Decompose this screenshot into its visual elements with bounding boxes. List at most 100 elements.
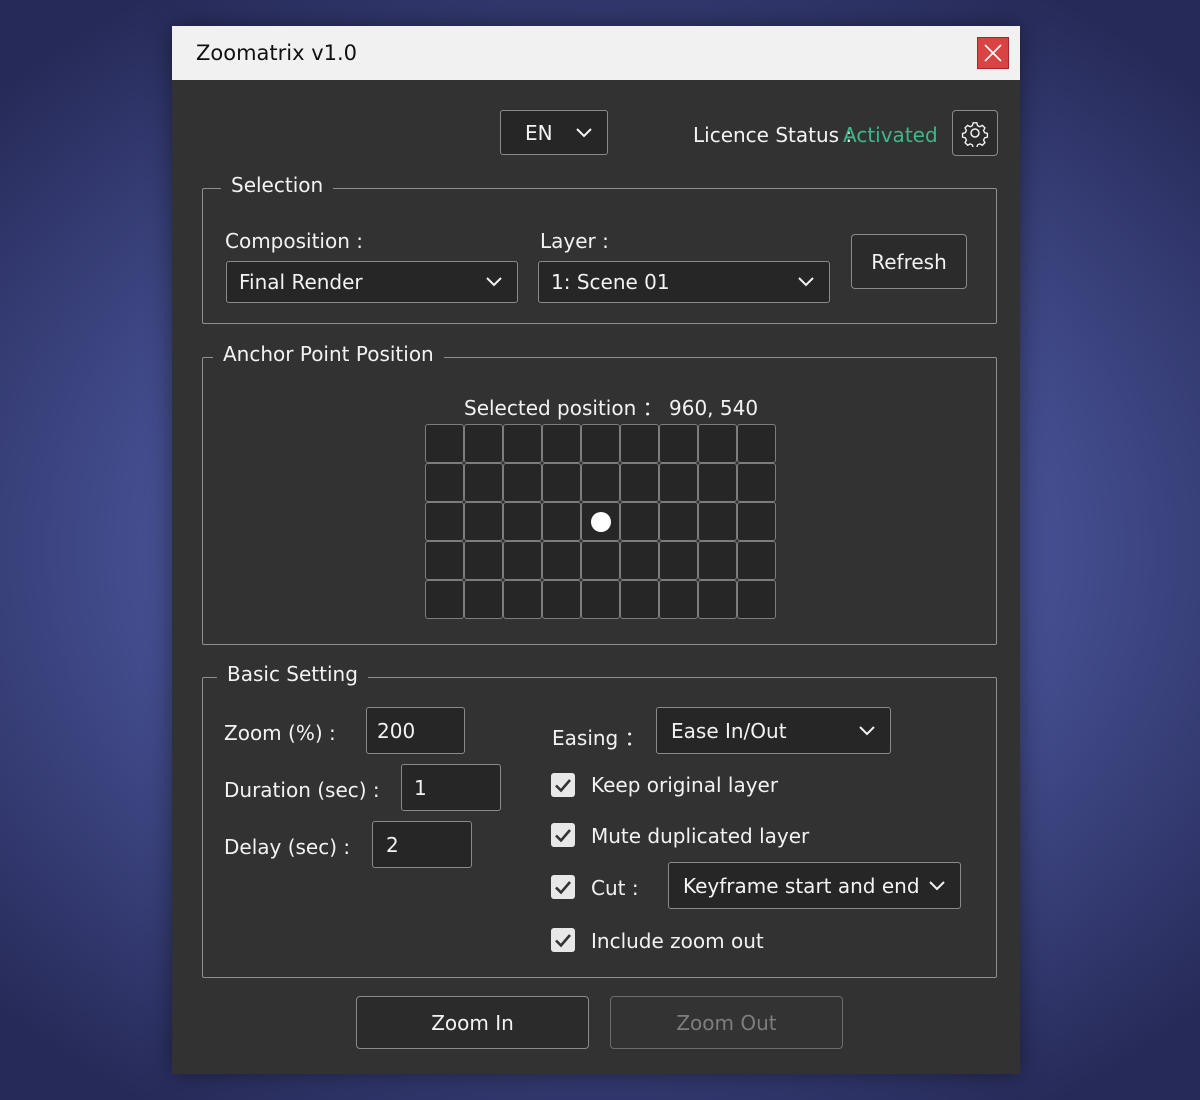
- anchor-grid-cell[interactable]: [659, 541, 698, 580]
- cut-value: Keyframe start and end: [683, 873, 920, 898]
- cut-select[interactable]: Keyframe start and end: [668, 862, 961, 909]
- anchor-grid-cell[interactable]: [503, 424, 542, 463]
- anchor-grid-cell[interactable]: [581, 580, 620, 619]
- anchor-grid-cell[interactable]: [698, 541, 737, 580]
- composition-select[interactable]: Final Render: [226, 261, 518, 303]
- window-title: Zoomatrix v1.0: [196, 41, 358, 65]
- anchor-grid-cell[interactable]: [542, 463, 581, 502]
- anchor-grid-cell[interactable]: [698, 580, 737, 619]
- anchor-grid-cell[interactable]: [737, 580, 776, 619]
- anchor-grid-cell[interactable]: [581, 502, 620, 541]
- anchor-grid-cell[interactable]: [503, 463, 542, 502]
- anchor-grid-cell[interactable]: [620, 424, 659, 463]
- anchor-grid-cell[interactable]: [464, 541, 503, 580]
- include-zoom-out-label: Include zoom out: [591, 929, 764, 953]
- refresh-button[interactable]: Refresh: [851, 234, 967, 289]
- basic-setting-group: Basic Setting Zoom (%) : Duration (sec) …: [202, 662, 997, 978]
- easing-label: Easing ：: [552, 726, 645, 750]
- easing-select[interactable]: Ease In/Out: [656, 707, 891, 754]
- anchor-grid-cell[interactable]: [503, 502, 542, 541]
- delay-label: Delay (sec) :: [224, 835, 351, 859]
- anchor-grid-cell[interactable]: [659, 463, 698, 502]
- chevron-down-icon: [859, 725, 875, 735]
- basic-setting-legend: Basic Setting: [217, 662, 368, 686]
- anchor-point-group: Anchor Point Position Selected position …: [202, 342, 997, 645]
- zoom-out-button[interactable]: Zoom Out: [610, 996, 843, 1049]
- layer-label: Layer :: [540, 229, 609, 253]
- anchor-grid-cell[interactable]: [659, 502, 698, 541]
- language-value: EN: [525, 120, 553, 145]
- zoom-label: Zoom (%) :: [224, 721, 336, 745]
- anchor-grid-cell[interactable]: [464, 463, 503, 502]
- anchor-grid-cell[interactable]: [542, 424, 581, 463]
- composition-value: Final Render: [239, 270, 363, 294]
- keep-original-label: Keep original layer: [591, 773, 779, 797]
- anchor-grid-cell[interactable]: [698, 463, 737, 502]
- delay-input[interactable]: [372, 821, 472, 868]
- chevron-down-icon: [798, 277, 814, 287]
- duration-input[interactable]: [401, 764, 501, 811]
- chevron-down-icon: [576, 127, 592, 137]
- checkmark-icon: [555, 881, 571, 895]
- anchor-grid-cell[interactable]: [581, 424, 620, 463]
- cut-label: Cut :: [591, 876, 639, 900]
- anchor-grid-cell[interactable]: [425, 541, 464, 580]
- language-select[interactable]: EN: [500, 110, 608, 155]
- zoom-input[interactable]: [366, 707, 465, 754]
- duration-label: Duration (sec) :: [224, 778, 380, 802]
- licence-status-label: Licence Status :: [693, 123, 853, 147]
- include-zoom-out-checkbox[interactable]: [551, 928, 575, 952]
- anchor-grid-cell[interactable]: [542, 502, 581, 541]
- anchor-dot-icon: [590, 511, 611, 532]
- anchor-grid-cell[interactable]: [737, 424, 776, 463]
- anchor-grid-cell[interactable]: [698, 424, 737, 463]
- chevron-down-icon: [929, 880, 945, 890]
- mute-duplicated-label: Mute duplicated layer: [591, 824, 810, 848]
- layer-value: 1: Scene 01: [551, 270, 670, 294]
- title-bar: Zoomatrix v1.0: [172, 26, 1020, 80]
- anchor-grid-cell[interactable]: [425, 502, 464, 541]
- close-icon: [984, 44, 1002, 62]
- keep-original-checkbox[interactable]: [551, 773, 575, 797]
- checkmark-icon: [555, 934, 571, 948]
- anchor-grid-cell[interactable]: [464, 580, 503, 619]
- anchor-grid-cell[interactable]: [464, 502, 503, 541]
- gear-icon: [961, 122, 989, 147]
- checkmark-icon: [555, 779, 571, 793]
- selection-group: Selection Composition : Final Render Lay…: [202, 173, 997, 324]
- anchor-grid-cell[interactable]: [698, 502, 737, 541]
- anchor-grid-cell[interactable]: [620, 580, 659, 619]
- anchor-point-grid: [425, 424, 776, 619]
- app-window: Zoomatrix v1.0 EN Licence Status : Activ…: [172, 26, 1020, 1074]
- chevron-down-icon: [486, 277, 502, 287]
- anchor-grid-cell[interactable]: [425, 424, 464, 463]
- anchor-point-legend: Anchor Point Position: [213, 342, 444, 366]
- anchor-grid-cell[interactable]: [659, 424, 698, 463]
- anchor-grid-cell[interactable]: [620, 502, 659, 541]
- anchor-grid-cell[interactable]: [425, 580, 464, 619]
- anchor-grid-cell[interactable]: [581, 541, 620, 580]
- anchor-grid-cell[interactable]: [503, 580, 542, 619]
- licence-status-value: Activated: [843, 123, 938, 147]
- cut-checkbox[interactable]: [551, 875, 575, 899]
- anchor-grid-cell[interactable]: [737, 463, 776, 502]
- layer-select[interactable]: 1: Scene 01: [538, 261, 830, 303]
- close-button[interactable]: [977, 37, 1009, 69]
- settings-button[interactable]: [952, 110, 998, 156]
- anchor-grid-cell[interactable]: [425, 463, 464, 502]
- mute-duplicated-checkbox[interactable]: [551, 823, 575, 847]
- anchor-grid-cell[interactable]: [464, 424, 503, 463]
- zoom-in-button[interactable]: Zoom In: [356, 996, 589, 1049]
- anchor-grid-cell[interactable]: [737, 502, 776, 541]
- checkmark-icon: [555, 829, 571, 843]
- anchor-grid-cell[interactable]: [737, 541, 776, 580]
- anchor-grid-cell[interactable]: [659, 580, 698, 619]
- easing-value: Ease In/Out: [671, 718, 787, 743]
- anchor-grid-cell[interactable]: [581, 463, 620, 502]
- selected-position-text: Selected position ： 960, 540: [464, 396, 759, 420]
- anchor-grid-cell[interactable]: [542, 541, 581, 580]
- anchor-grid-cell[interactable]: [620, 541, 659, 580]
- anchor-grid-cell[interactable]: [503, 541, 542, 580]
- anchor-grid-cell[interactable]: [542, 580, 581, 619]
- anchor-grid-cell[interactable]: [620, 463, 659, 502]
